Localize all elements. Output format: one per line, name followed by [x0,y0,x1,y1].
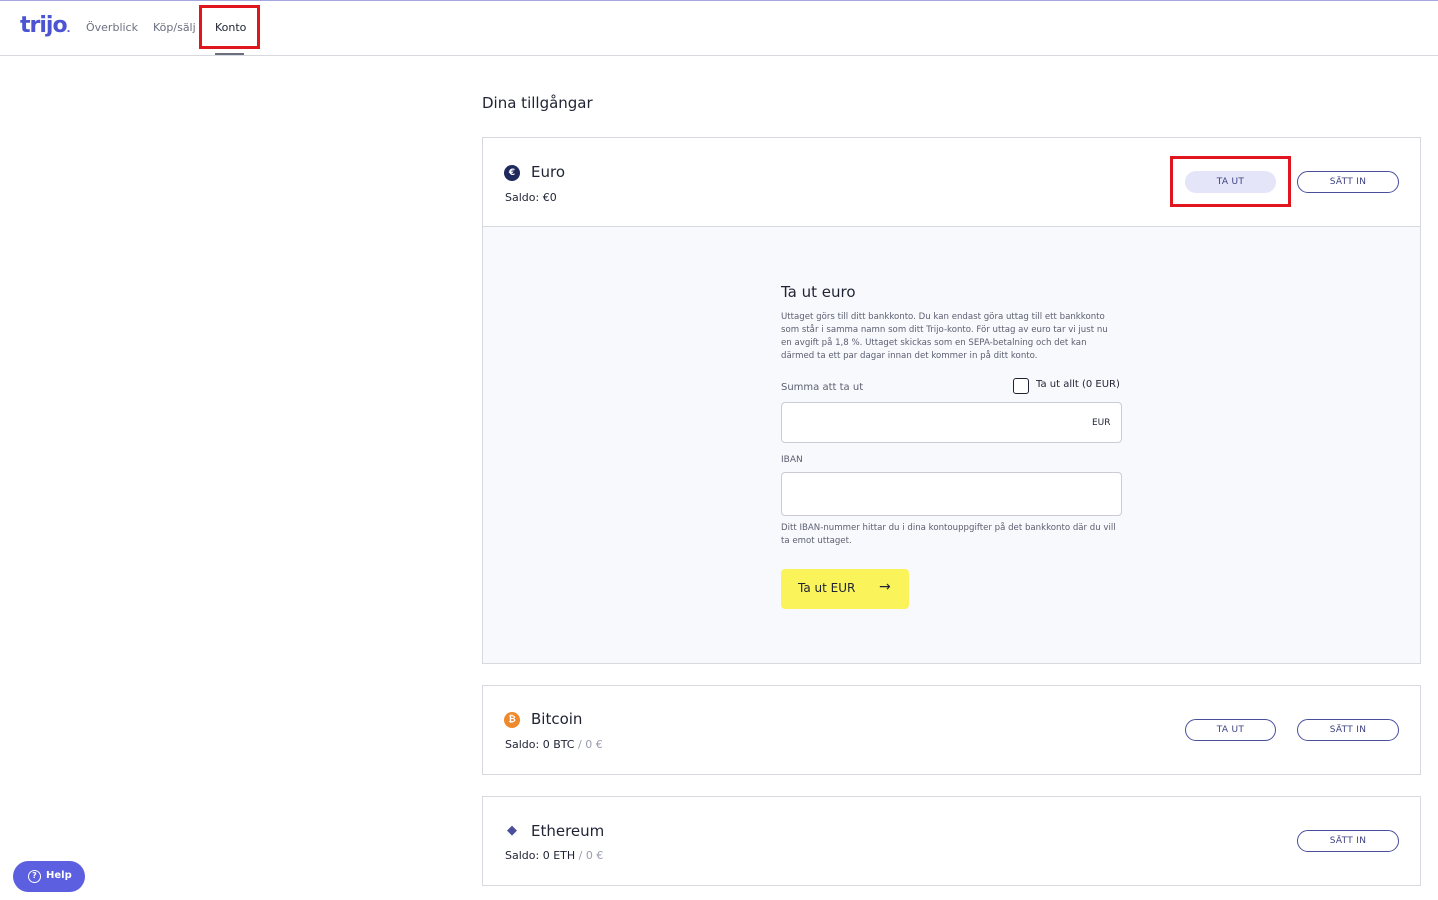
withdraw-form-title: Ta ut euro [781,283,856,301]
amount-input[interactable] [781,402,1122,443]
amount-currency-suffix: EUR [1092,418,1111,428]
balance-crypto: Saldo: 0 BTC [505,738,575,751]
balance-separator: / [578,849,583,862]
top-navbar: trijo. Överblick Köp/sälj Konto [0,1,1438,56]
withdraw-button-euro[interactable]: TA UT [1185,171,1276,193]
asset-balance-ethereum: Saldo: 0 ETH / 0 € [505,849,603,862]
balance-fiat: 0 € [585,849,604,862]
balance-separator: / [578,738,582,751]
withdraw-button-bitcoin[interactable]: TA UT [1185,719,1276,741]
logo-text: trijo [20,13,68,38]
deposit-button-ethereum[interactable]: SÄTT IN [1297,830,1399,852]
iban-label: IBAN [781,455,803,465]
nav-item-account[interactable]: Konto [215,21,246,34]
asset-card-ethereum: ◆ Ethereum Saldo: 0 ETH / 0 € SÄTT IN [482,796,1421,886]
withdraw-form-description: Uttaget görs till ditt bankkonto. Du kan… [781,312,1108,361]
asset-balance-bitcoin: Saldo: 0 BTC / 0 € [505,738,603,751]
iban-input[interactable] [781,472,1122,516]
trijo-logo[interactable]: trijo. [20,13,70,38]
asset-card-euro: € Euro Saldo: €0 TA UT SÄTT IN [482,137,1421,227]
euro-icon: € [504,165,520,181]
question-icon: ? [28,870,41,883]
ethereum-icon: ◆ [507,823,517,838]
asset-name-euro: Euro [531,163,565,181]
help-label: Help [46,870,72,881]
iban-hint: Ditt IBAN-nummer hittar du i dina kontou… [781,523,1116,546]
nav-item-buy-sell[interactable]: Köp/sälj [153,21,196,34]
withdraw-submit-button[interactable]: Ta ut EUR → [781,569,909,609]
amount-label: Summa att ta ut [781,382,864,393]
submit-label: Ta ut EUR [798,581,856,595]
page-title: Dina tillgångar [482,94,593,112]
deposit-button-euro[interactable]: SÄTT IN [1297,171,1399,193]
balance-crypto: Saldo: 0 ETH [505,849,576,862]
arrow-right-icon: → [879,579,891,595]
active-tab-indicator [215,53,244,55]
asset-balance-euro: Saldo: €0 [505,191,557,204]
asset-card-bitcoin: ₿ Bitcoin Saldo: 0 BTC / 0 € TA UT SÄTT … [482,685,1421,775]
withdraw-all-checkbox[interactable] [1013,378,1029,394]
balance-fiat: 0 € [585,738,603,751]
withdraw-panel [482,227,1421,664]
asset-name-ethereum: Ethereum [531,822,605,840]
help-button[interactable]: ? Help [13,861,85,892]
withdraw-all-label[interactable]: Ta ut allt (0 EUR) [1036,379,1120,390]
asset-name-bitcoin: Bitcoin [531,710,583,728]
deposit-button-bitcoin[interactable]: SÄTT IN [1297,719,1399,741]
nav-item-overview[interactable]: Överblick [86,21,138,34]
bitcoin-icon: ₿ [504,712,520,728]
